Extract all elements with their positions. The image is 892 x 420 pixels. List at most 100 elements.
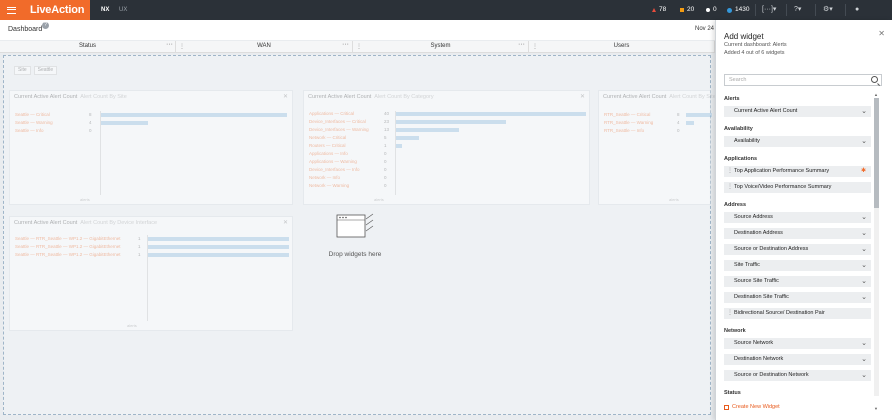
- critical-alerts-count[interactable]: 78: [652, 0, 666, 20]
- nav-ux[interactable]: UX: [119, 0, 127, 20]
- bar-label: RTR_Seattle — Info: [604, 128, 645, 133]
- tab-status[interactable]: Status ···: [0, 41, 176, 53]
- bar-value: 1: [138, 244, 141, 249]
- widget-catalog-item-label: Source or Destination Network: [734, 372, 809, 378]
- more-icon[interactable]: ···: [166, 41, 173, 48]
- widget-catalog-item[interactable]: Source Network ⌄: [724, 338, 871, 349]
- filter-chip[interactable]: Seattle: [33, 66, 58, 75]
- bar-label: Seattle — Info: [15, 128, 44, 133]
- close-icon[interactable]: ✕: [283, 93, 288, 100]
- bar-value: 1: [384, 143, 387, 148]
- widget-catalog-item[interactable]: ⋮ Top Voice/Video Performance Summary: [724, 182, 871, 193]
- chevron-down-icon[interactable]: ⌄: [861, 339, 867, 347]
- warning-alerts-count[interactable]: 20: [680, 0, 694, 20]
- bar-label: Routers — Critical: [309, 143, 346, 148]
- scrollbar[interactable]: [874, 98, 879, 396]
- chevron-down-icon[interactable]: ⌄: [861, 245, 867, 253]
- chevron-down-icon[interactable]: ⌄: [861, 107, 867, 115]
- chevron-down-icon[interactable]: ⌄: [861, 213, 867, 221]
- close-icon[interactable]: ✕: [878, 29, 885, 38]
- widget-title: Current Active Alert Count: [308, 94, 372, 100]
- widget-catalog-item[interactable]: Source Site Traffic ⌄: [724, 276, 871, 287]
- bar-label: Seattle — RTR_Seattle — WP1.2 — GigabitE…: [15, 236, 121, 241]
- widget-catalog-item-label: Source or Destination Address: [734, 246, 809, 252]
- widget-catalog-list[interactable]: Alerts Current Active Alert Count ⌄ Availab…: [716, 92, 884, 396]
- widget-catalog-item[interactable]: Source or Destination Address ⌄: [724, 244, 871, 255]
- dashboard-tabs: Status ··· ⋮ WAN ··· ⋮ System ··· ⋮ User…: [0, 41, 715, 53]
- widget-catalog-item[interactable]: Availability ⌄: [724, 136, 871, 147]
- added-count-label: Added 4 out of 6 widgets: [724, 50, 785, 56]
- filter-chips: Site Seattle: [14, 66, 58, 75]
- widget-catalog-item-label: Destination Network: [734, 356, 784, 362]
- search-icon[interactable]: [871, 76, 878, 83]
- widget-catalog-item[interactable]: Source or Destination Network ⌄: [724, 370, 871, 381]
- chevron-down-icon[interactable]: ⌄: [861, 137, 867, 145]
- expand-icon[interactable]: [···]▾: [762, 0, 776, 20]
- gear-icon[interactable]: ⚙▾: [823, 0, 833, 20]
- category-heading: Availability: [724, 126, 753, 132]
- drag-handle-icon[interactable]: ⋮: [727, 167, 733, 174]
- create-new-widget-button[interactable]: Create New Widget: [724, 404, 780, 410]
- drag-handle-icon[interactable]: ⋮: [727, 309, 733, 316]
- app-logo[interactable]: LiveAction: [22, 0, 90, 20]
- bar-label: Applications — Warning: [309, 159, 357, 164]
- divider: [786, 4, 787, 16]
- bar-label: Seattle — RTR_Seattle — WP1.2 — GigabitE…: [15, 252, 121, 257]
- filter-chip[interactable]: Site: [14, 66, 31, 75]
- divider: [845, 4, 846, 16]
- close-icon[interactable]: ✕: [580, 93, 585, 100]
- widget-catalog-item[interactable]: ⋮ Bidirectional Source/ Destination Pair: [724, 308, 871, 319]
- chevron-down-icon[interactable]: ⌄: [861, 293, 867, 301]
- help-icon[interactable]: ?▾: [794, 0, 801, 20]
- close-icon[interactable]: ✕: [283, 219, 288, 226]
- more-icon[interactable]: ···: [518, 41, 525, 48]
- widget-catalog-item[interactable]: Destination Network ⌄: [724, 354, 871, 365]
- chevron-down-icon[interactable]: ⌄: [861, 261, 867, 269]
- drop-zone[interactable]: Drop widgets here: [300, 205, 410, 265]
- nav-nx[interactable]: NX: [101, 0, 109, 20]
- widget-catalog-item-label: Destination Address: [734, 230, 783, 236]
- search-input[interactable]: Search: [724, 74, 882, 86]
- scroll-down-icon[interactable]: ▼: [874, 406, 878, 411]
- menu-button[interactable]: [0, 0, 22, 20]
- widget-catalog-item[interactable]: Destination Address ⌄: [724, 228, 871, 239]
- drag-handle-icon[interactable]: ⋮: [727, 183, 733, 190]
- widget-subtitle: Alert Count By Site: [80, 94, 127, 100]
- tab-wan[interactable]: ⋮ WAN ···: [176, 41, 353, 53]
- widget-alert-count-by-site-2[interactable]: Current Active Alert Count Alert Count By…: [598, 90, 716, 205]
- users-icon: [727, 7, 732, 13]
- tab-users[interactable]: ⋮ Users: [529, 41, 715, 53]
- divider: [755, 4, 756, 16]
- bar-label: Network — Critical: [309, 135, 347, 140]
- scrollbar-thumb[interactable]: [874, 98, 879, 208]
- widget-catalog-item[interactable]: ⋮ Top Application Performance Summary ✱: [724, 166, 871, 177]
- scroll-up-icon[interactable]: ▲: [874, 92, 878, 97]
- info-alerts-count[interactable]: 0: [706, 0, 717, 20]
- bar-value: 4: [89, 120, 92, 125]
- widget-title: Current Active Alert Count: [603, 94, 667, 100]
- bar-value: 8: [89, 112, 92, 117]
- chevron-down-icon[interactable]: ⌄: [861, 277, 867, 285]
- tab-system[interactable]: ⋮ System ···: [353, 41, 529, 53]
- widget-catalog-item[interactable]: Destination Site Traffic ⌄: [724, 292, 871, 303]
- user-icon[interactable]: ●: [855, 0, 859, 20]
- favorite-icon[interactable]: ✱: [861, 167, 866, 174]
- bar-value: 40: [384, 111, 390, 116]
- widget-alert-count-by-interface[interactable]: Current Active Alert Count Alert Count By…: [9, 216, 293, 331]
- bar-label: Seattle — Warning: [15, 120, 53, 125]
- bar: [686, 113, 712, 117]
- widget-catalog-item[interactable]: Current Active Alert Count ⌄: [724, 106, 871, 117]
- widget-catalog-item[interactable]: Source Address ⌄: [724, 212, 871, 223]
- help-badge-icon[interactable]: ?: [42, 22, 49, 29]
- chevron-down-icon[interactable]: ⌄: [861, 371, 867, 379]
- more-icon[interactable]: ···: [342, 41, 349, 48]
- widget-alert-count-by-category[interactable]: Current Active Alert Count Alert Count By…: [303, 90, 590, 205]
- users-count[interactable]: 1430: [727, 0, 749, 20]
- chevron-down-icon[interactable]: ⌄: [861, 229, 867, 237]
- warning-square-icon: [680, 8, 684, 12]
- hamburger-icon: [6, 6, 16, 14]
- widget-alert-count-by-site[interactable]: Current Active Alert Count Alert Count By…: [9, 90, 293, 205]
- widget-catalog-item[interactable]: Site Traffic ⌄: [724, 260, 871, 271]
- drop-widget-icon: [336, 213, 374, 238]
- chevron-down-icon[interactable]: ⌄: [861, 355, 867, 363]
